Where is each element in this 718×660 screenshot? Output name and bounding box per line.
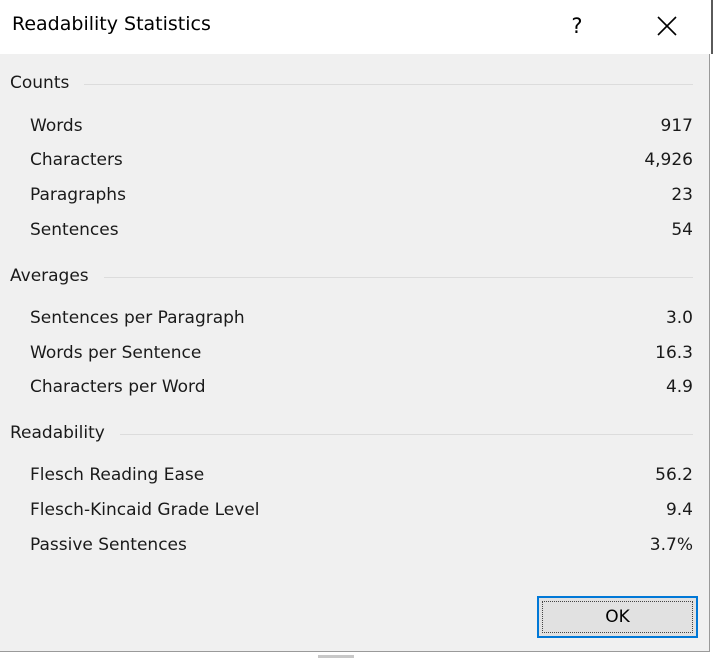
averages-section-header: Averages [10,266,89,286]
flesch-reading-ease-label: Flesch Reading Ease [30,465,205,485]
averages-divider [104,277,693,278]
paragraphs-value: 23 [671,185,693,205]
characters-label: Characters [30,150,123,170]
characters-value: 4,926 [644,150,693,170]
paragraphs-label: Paragraphs [30,185,126,205]
bottom-strip-mark [318,655,354,658]
readability-statistics-dialog: Readability Statistics ? Counts Words 91… [0,0,710,652]
ok-button[interactable]: OK [537,596,698,638]
characters-per-word-label: Characters per Word [30,377,206,397]
sentences-value: 54 [671,220,693,240]
window-edge [710,0,718,660]
sentences-per-paragraph-value: 3.0 [665,308,693,328]
close-icon [657,16,677,36]
flesch-kincaid-grade-level-value: 9.4 [665,500,693,520]
bottom-strip [0,652,718,660]
characters-per-word-value: 4.9 [665,377,693,397]
passive-sentences-label: Passive Sentences [30,535,187,555]
words-label: Words [30,116,83,136]
flesch-kincaid-grade-level-label: Flesch-Kincaid Grade Level [30,500,260,520]
window-edge-line [711,0,713,54]
sentences-label: Sentences [30,220,119,240]
flesch-reading-ease-value: 56.2 [655,465,693,485]
dialog-title: Readability Statistics [12,13,211,35]
counts-section-header: Counts [10,73,70,93]
title-bar: Readability Statistics ? [0,0,710,54]
words-value: 917 [660,116,693,136]
words-per-sentence-label: Words per Sentence [30,343,202,363]
readability-divider [120,434,693,435]
help-button[interactable]: ? [556,6,598,46]
counts-divider [84,84,693,85]
passive-sentences-value: 3.7% [649,535,693,555]
sentences-per-paragraph-label: Sentences per Paragraph [30,308,245,328]
close-button[interactable] [642,6,692,46]
readability-section-header: Readability [10,423,105,443]
ok-button-label: OK [605,607,630,627]
words-per-sentence-value: 16.3 [655,343,693,363]
